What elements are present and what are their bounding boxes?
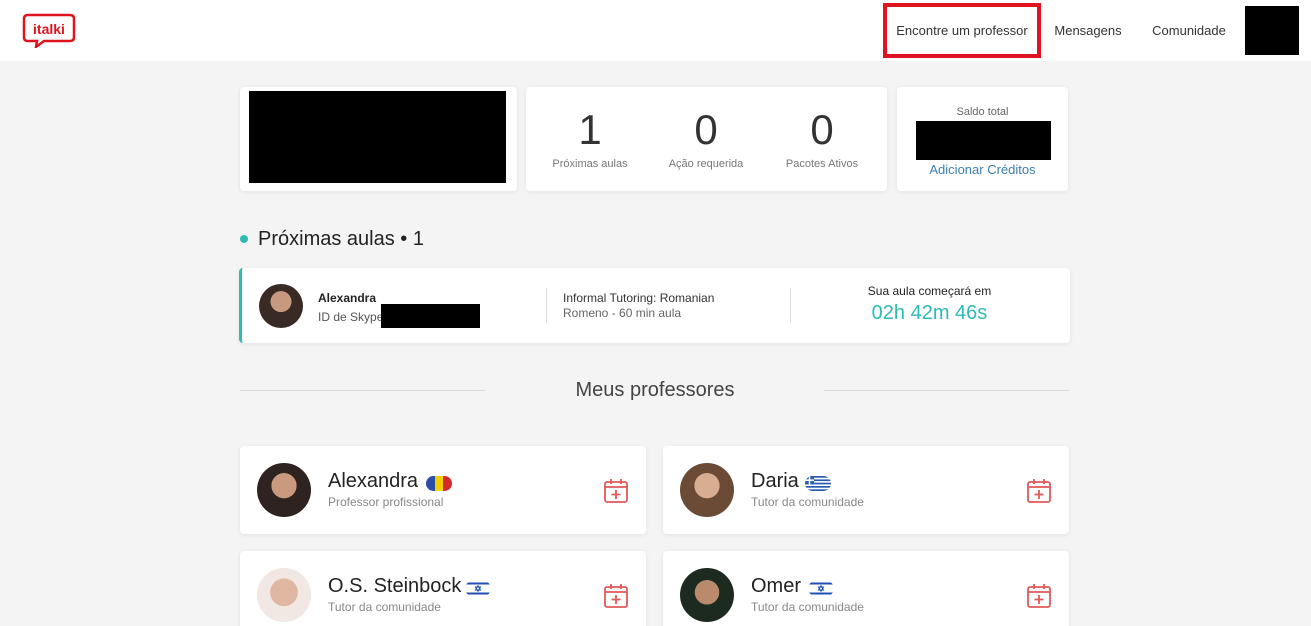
- lesson-course: Informal Tutoring: Romanian: [563, 291, 715, 305]
- schedule-lesson-calendar-icon[interactable]: [1026, 478, 1052, 504]
- stat-label: Pacotes Ativos: [785, 158, 859, 170]
- teacher-role: Tutor da comunidade: [751, 495, 864, 509]
- upcoming-lesson-card[interactable]: Alexandra ID de Skype Informal Tutoring:…: [239, 268, 1070, 343]
- stat-value: 1: [578, 106, 602, 153]
- israel-flag-icon: [465, 581, 491, 596]
- stats-card: 1 Próximas aulas 0 Ação requerida 0 Paco…: [526, 87, 887, 191]
- schedule-lesson-calendar-icon[interactable]: [1026, 583, 1052, 609]
- teacher-avatar: [257, 463, 311, 517]
- teacher-name: Alexandra: [328, 470, 419, 492]
- stat-value: 0: [694, 106, 718, 153]
- user-avatar-redacted[interactable]: [1245, 6, 1299, 55]
- stat-action-required[interactable]: 0 Ação requerida: [646, 87, 766, 191]
- lesson-detail: Romeno - 60 min aula: [563, 306, 682, 320]
- teacher-avatar: [257, 568, 311, 622]
- teacher-role: Tutor da comunidade: [751, 600, 864, 614]
- romania-flag-icon: [426, 476, 452, 491]
- lesson-start-label: Sua aula começará em: [867, 284, 992, 298]
- stat-label: Próximas aulas: [552, 158, 628, 170]
- teacher-name: Daria: [751, 470, 799, 492]
- divider: [546, 288, 547, 323]
- profile-redacted: [249, 91, 506, 183]
- nav-community[interactable]: Comunidade: [1146, 0, 1232, 61]
- top-navigation-bar: italki Encontre um professor Mensagens C…: [0, 0, 1311, 61]
- upcoming-lessons-title: Próximas aulas • 1: [258, 228, 424, 250]
- teacher-card[interactable]: Daria Tutor da comunidade: [663, 446, 1069, 534]
- section-rule-right: [824, 390, 1069, 391]
- teacher-card[interactable]: Omer Tutor da comunidade: [663, 551, 1069, 626]
- stat-upcoming-lessons[interactable]: 1 Próximas aulas: [530, 87, 650, 191]
- skype-id-redacted: [381, 304, 480, 328]
- teacher-role: Professor profissional: [328, 495, 444, 509]
- balance-card: Saldo total Adicionar Créditos: [897, 87, 1068, 191]
- nav-find-teacher[interactable]: Encontre um professor: [883, 3, 1041, 58]
- stat-active-packages[interactable]: 0 Pacotes Ativos: [762, 87, 882, 191]
- section-rule-left: [240, 390, 485, 391]
- teacher-card[interactable]: O.S. Steinbock Tutor da comunidade: [240, 551, 646, 626]
- teacher-name: O.S. Steinbock: [328, 575, 462, 597]
- stat-value: 0: [810, 106, 834, 153]
- lesson-teacher-name: Alexandra: [318, 291, 377, 305]
- logo-text: italki: [33, 21, 65, 37]
- schedule-lesson-calendar-icon[interactable]: [603, 583, 629, 609]
- nav-messages[interactable]: Mensagens: [1048, 0, 1128, 61]
- lesson-countdown: 02h 42m 46s: [871, 302, 988, 324]
- greece-flag-icon: [805, 476, 831, 491]
- israel-flag-icon: [808, 581, 834, 596]
- teacher-card[interactable]: Alexandra Professor profissional: [240, 446, 646, 534]
- teacher-avatar: [680, 568, 734, 622]
- add-credits-link[interactable]: Adicionar Créditos: [897, 162, 1068, 177]
- italki-logo[interactable]: italki: [22, 12, 76, 48]
- profile-card: [240, 87, 517, 191]
- teacher-name: Omer: [751, 575, 801, 597]
- teacher-role: Tutor da comunidade: [328, 600, 441, 614]
- section-indicator-dot: [240, 235, 248, 243]
- skype-id-label: ID de Skype: [318, 310, 384, 324]
- teacher-avatar: [259, 284, 303, 328]
- balance-label: Saldo total: [956, 106, 1009, 118]
- divider: [790, 288, 791, 323]
- teacher-avatar: [680, 463, 734, 517]
- my-teachers-title: Meus professores: [575, 379, 735, 401]
- balance-value-redacted: [916, 121, 1051, 160]
- schedule-lesson-calendar-icon[interactable]: [603, 478, 629, 504]
- stat-label: Ação requerida: [668, 158, 744, 170]
